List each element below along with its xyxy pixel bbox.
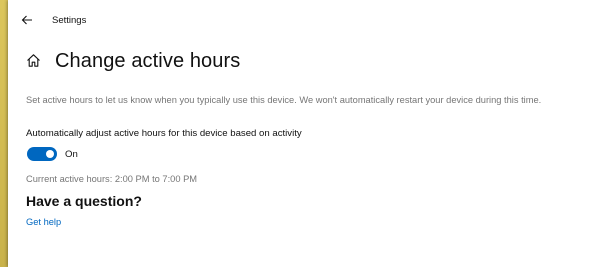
page-description: Set active hours to let us know when you… — [26, 95, 542, 105]
settings-window: Settings Change active hours Set active … — [8, 0, 600, 267]
auto-adjust-toggle[interactable] — [27, 147, 57, 161]
help-heading: Have a question? — [26, 193, 142, 209]
home-icon[interactable] — [26, 53, 41, 68]
page-title: Change active hours — [55, 50, 241, 72]
auto-adjust-label: Automatically adjust active hours for th… — [26, 128, 302, 139]
toggle-state-label: On — [65, 149, 78, 160]
window-title: Settings — [52, 15, 87, 26]
current-active-hours: Current active hours: 2:00 PM to 7:00 PM — [26, 174, 198, 184]
back-arrow-icon — [21, 15, 32, 25]
back-button[interactable] — [14, 10, 40, 30]
get-help-link[interactable]: Get help — [26, 217, 61, 227]
title-bar: Settings — [8, 0, 600, 38]
toggle-knob — [46, 150, 54, 158]
